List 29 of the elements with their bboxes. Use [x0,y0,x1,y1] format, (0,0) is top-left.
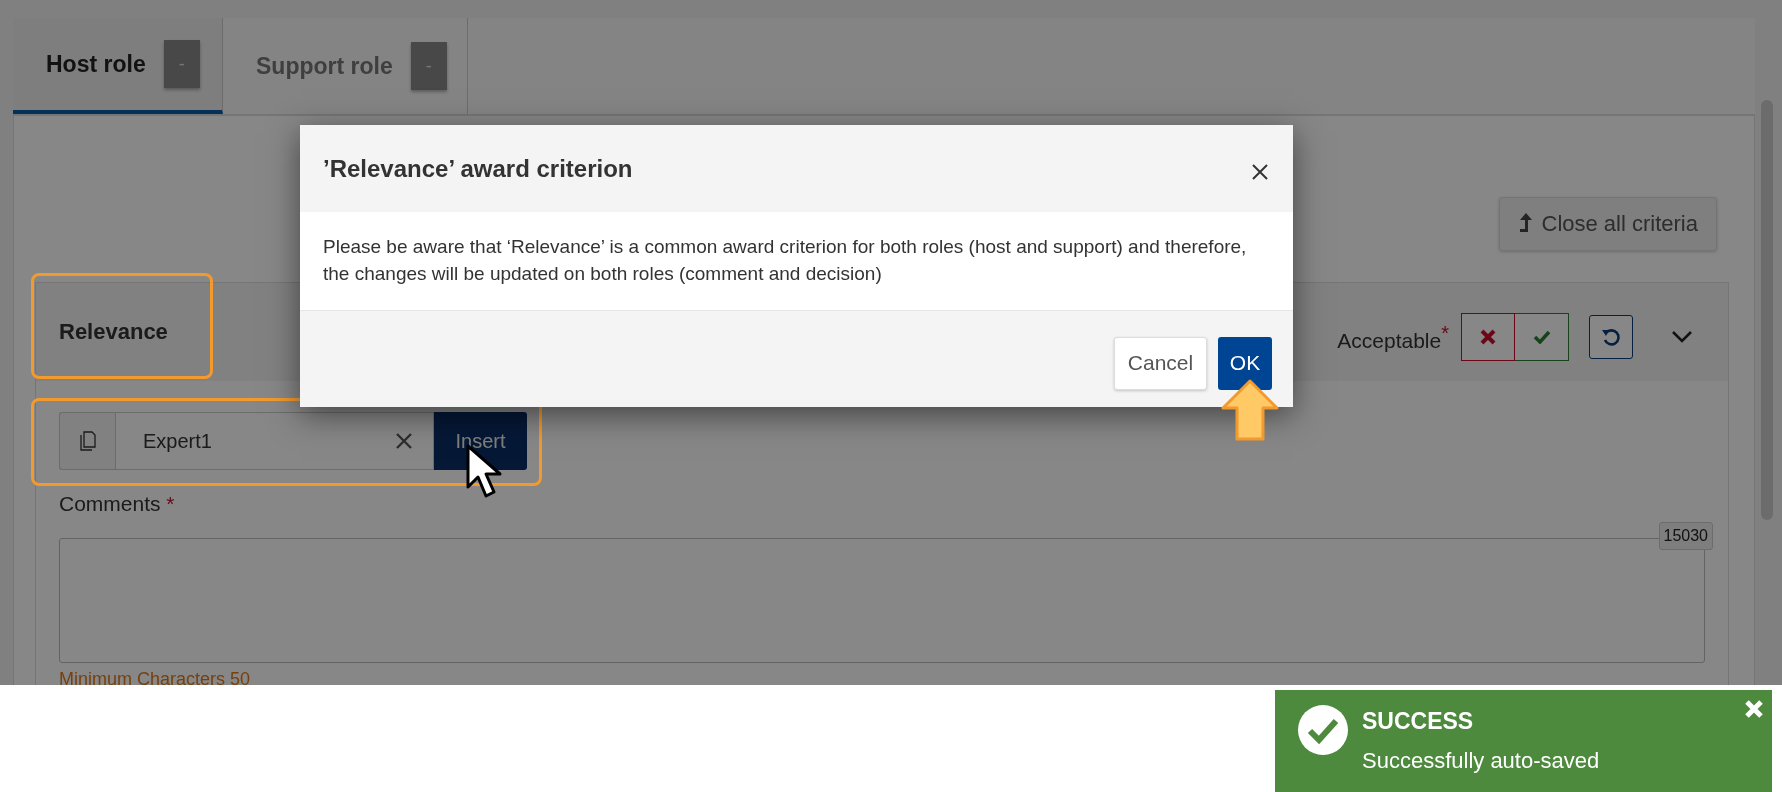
comments-label: Comments * [59,492,176,516]
check-circle-icon [1297,704,1349,756]
count-badge: - [410,42,447,90]
tab[interactable]: Host role - [13,18,223,114]
check-icon [1532,330,1551,344]
ok-button[interactable]: OK [1218,336,1272,390]
annotation-arrow [1220,378,1280,442]
count-badge: - [163,40,200,88]
reject-button[interactable] [1461,313,1515,361]
reset-button[interactable] [1589,315,1633,359]
insert-button[interactable]: Insert [434,412,527,470]
dialog-message: Please be aware that ‘Relevance’ is a common award criterion for both roles (host and support) and therefore, the changes will be updated on both roles (comment and decision) [323,235,1248,286]
document-icon [79,431,96,451]
chevron-down-icon[interactable] [1671,330,1693,344]
clear-icon[interactable] [395,432,413,450]
criterion-title: Relevance [59,319,168,345]
close-icon[interactable] [1251,162,1269,181]
toast-message: Successfully auto-saved [1362,748,1600,774]
accept-button[interactable] [1515,313,1569,361]
cross-icon [1480,329,1496,345]
cancel-button[interactable]: Cancel [1114,336,1207,390]
template-field[interactable]: Expert1 [115,412,434,470]
undo-icon [1601,327,1621,347]
character-counter: 15030 [1658,522,1713,550]
close-all-button[interactable]: Close all criteria [1498,197,1717,251]
toast-title: SUCCESS [1362,708,1475,735]
tab[interactable]: Support role - [223,18,468,114]
dialog-title: ’Relevance’ award criterion [323,154,633,183]
min-characters-hint: Minimum Characters 50 [59,669,252,685]
